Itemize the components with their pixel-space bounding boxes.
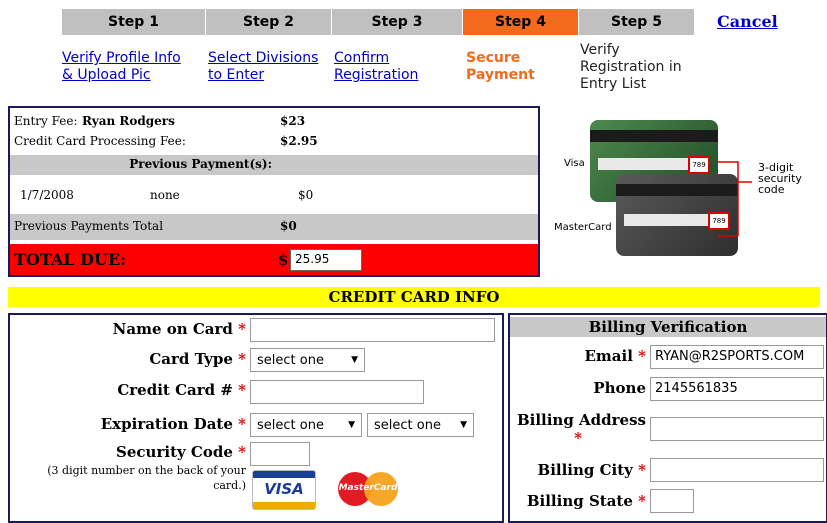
- visa-logo-text: VISA: [264, 480, 304, 498]
- card-number-label: Credit Card # *: [117, 381, 246, 399]
- previous-payments-label: Previous Payment(s):: [129, 157, 272, 171]
- visa-logo-top-band: [253, 471, 315, 478]
- step-5-tab: Step 5: [579, 9, 694, 35]
- entry-fee-name: Ryan Rodgers: [82, 114, 175, 128]
- billing-city-label: Billing City *: [537, 461, 646, 479]
- mastercard-logo: MasterCard: [334, 470, 404, 508]
- step-5-desc: Verify Registration in Entry List: [580, 42, 682, 93]
- exp-year-select[interactable]: select one ▼: [367, 413, 474, 437]
- security-code-input[interactable]: [250, 442, 310, 466]
- card-type-label: Card Type *: [149, 350, 246, 368]
- chevron-down-icon: ▼: [348, 420, 355, 430]
- previous-total-label: Previous Payments Total: [14, 219, 164, 233]
- step-3-line2: Registration: [334, 67, 419, 83]
- security-code-hint-line1: (3 digit number on the back of your: [47, 464, 246, 477]
- payment-date: 1/7/2008: [20, 188, 74, 202]
- billing-address-input[interactable]: [650, 417, 824, 441]
- security-code-hint: (3 digit number on the back of your card…: [12, 463, 246, 493]
- previous-total-amount: $0: [280, 219, 297, 233]
- step-5-line1: Verify: [580, 42, 620, 58]
- billing-address-label: Billing Address *: [510, 411, 646, 447]
- security-code-label: Security Code *: [116, 443, 246, 461]
- processing-fee-row: Credit Card Processing Fee: $2.95: [10, 134, 538, 152]
- processing-fee-amount: $2.95: [280, 134, 318, 148]
- total-due-row: TOTAL DUE: $: [10, 244, 538, 275]
- mastercard-card-label: MasterCard: [554, 222, 612, 233]
- billing-address-label-text: Billing Address: [516, 411, 646, 429]
- name-on-card-label: Name on Card *: [112, 320, 246, 338]
- step-1-tab: Step 1: [62, 9, 205, 35]
- card-type-value: select one: [257, 352, 324, 368]
- total-due-currency: $: [278, 251, 289, 269]
- chevron-down-icon: ▼: [460, 420, 467, 430]
- magnetic-stripe: [590, 130, 718, 142]
- fee-summary-box: Entry Fee: Ryan Rodgers $23 Credit Card …: [8, 106, 540, 277]
- step-2-line1: Select Divisions: [208, 50, 319, 66]
- step-1-link[interactable]: Verify Profile Info & Upload Pic: [62, 50, 181, 84]
- payment-note: none: [150, 188, 180, 202]
- credit-card-info-banner: CREDIT CARD INFO: [8, 287, 820, 307]
- mastercard-logo-text: MasterCard: [338, 483, 398, 493]
- step-3-link[interactable]: Confirm Registration: [334, 50, 418, 84]
- billing-header: Billing Verification: [510, 317, 826, 337]
- callout-text: 3-digit security code: [758, 162, 802, 195]
- step-1-line2: & Upload Pic: [62, 67, 151, 83]
- previous-payments-header: Previous Payment(s):: [10, 155, 538, 175]
- chevron-down-icon: ▼: [351, 355, 358, 365]
- billing-state-input[interactable]: [650, 489, 694, 513]
- security-code-illustration: 789 Visa 789 MasterCard 3-digit security…: [554, 110, 808, 270]
- visa-logo-bottom-band: [253, 502, 315, 509]
- step-3-line1: Confirm: [334, 50, 390, 66]
- expiration-label: Expiration Date *: [100, 415, 246, 433]
- total-due-label: TOTAL DUE:: [14, 250, 127, 269]
- email-input[interactable]: RYAN@R2SPORTS.COM: [650, 345, 824, 369]
- callout-line3: code: [758, 183, 785, 196]
- phone-input[interactable]: 2145561835: [650, 377, 824, 401]
- step-2-link[interactable]: Select Divisions to Enter: [208, 50, 318, 84]
- billing-state-label: Billing State *: [526, 492, 646, 510]
- visa-code-box: 789: [688, 156, 710, 174]
- step-4-tab: Step 4: [463, 9, 578, 35]
- step-5-line2: Registration in: [580, 59, 682, 75]
- exp-month-select[interactable]: select one ▼: [250, 413, 362, 437]
- billing-city-input[interactable]: [650, 458, 824, 482]
- exp-year-value: select one: [374, 417, 441, 433]
- callout-lines: [718, 161, 752, 237]
- step-4-current: Secure Payment: [466, 50, 535, 84]
- processing-fee-label: Credit Card Processing Fee:: [14, 134, 186, 148]
- billing-address-required: *: [574, 429, 582, 447]
- previous-total-row: Previous Payments Total $0: [10, 214, 538, 240]
- phone-label: Phone: [593, 379, 646, 397]
- visa-card-label: Visa: [564, 158, 585, 169]
- step-2-line2: to Enter: [208, 67, 265, 83]
- card-number-input[interactable]: [250, 380, 424, 404]
- card-type-select[interactable]: select one ▼: [250, 348, 365, 372]
- previous-payment-row: 1/7/2008 none $0: [10, 188, 538, 206]
- step-1-line1: Verify Profile Info: [62, 50, 181, 66]
- entry-fee-row: Entry Fee: Ryan Rodgers $23: [10, 114, 538, 132]
- cancel-link[interactable]: Cancel: [717, 12, 778, 31]
- security-code-hint-line2: card.): [213, 479, 246, 492]
- entry-fee-label: Entry Fee:: [14, 114, 78, 128]
- total-due-input[interactable]: 25.95: [290, 249, 362, 271]
- step-4-line2: Payment: [466, 67, 535, 83]
- entry-fee-amount: $23: [280, 114, 306, 128]
- name-on-card-input[interactable]: [250, 318, 495, 342]
- step-3-tab: Step 3: [332, 9, 462, 35]
- email-label: Email *: [584, 347, 646, 365]
- step-4-line1: Secure: [466, 50, 521, 66]
- step-5-line3: Entry List: [580, 76, 647, 92]
- step-2-tab: Step 2: [206, 9, 331, 35]
- exp-month-value: select one: [257, 417, 324, 433]
- payment-amount: $0: [298, 188, 314, 202]
- visa-logo: VISA: [252, 470, 316, 510]
